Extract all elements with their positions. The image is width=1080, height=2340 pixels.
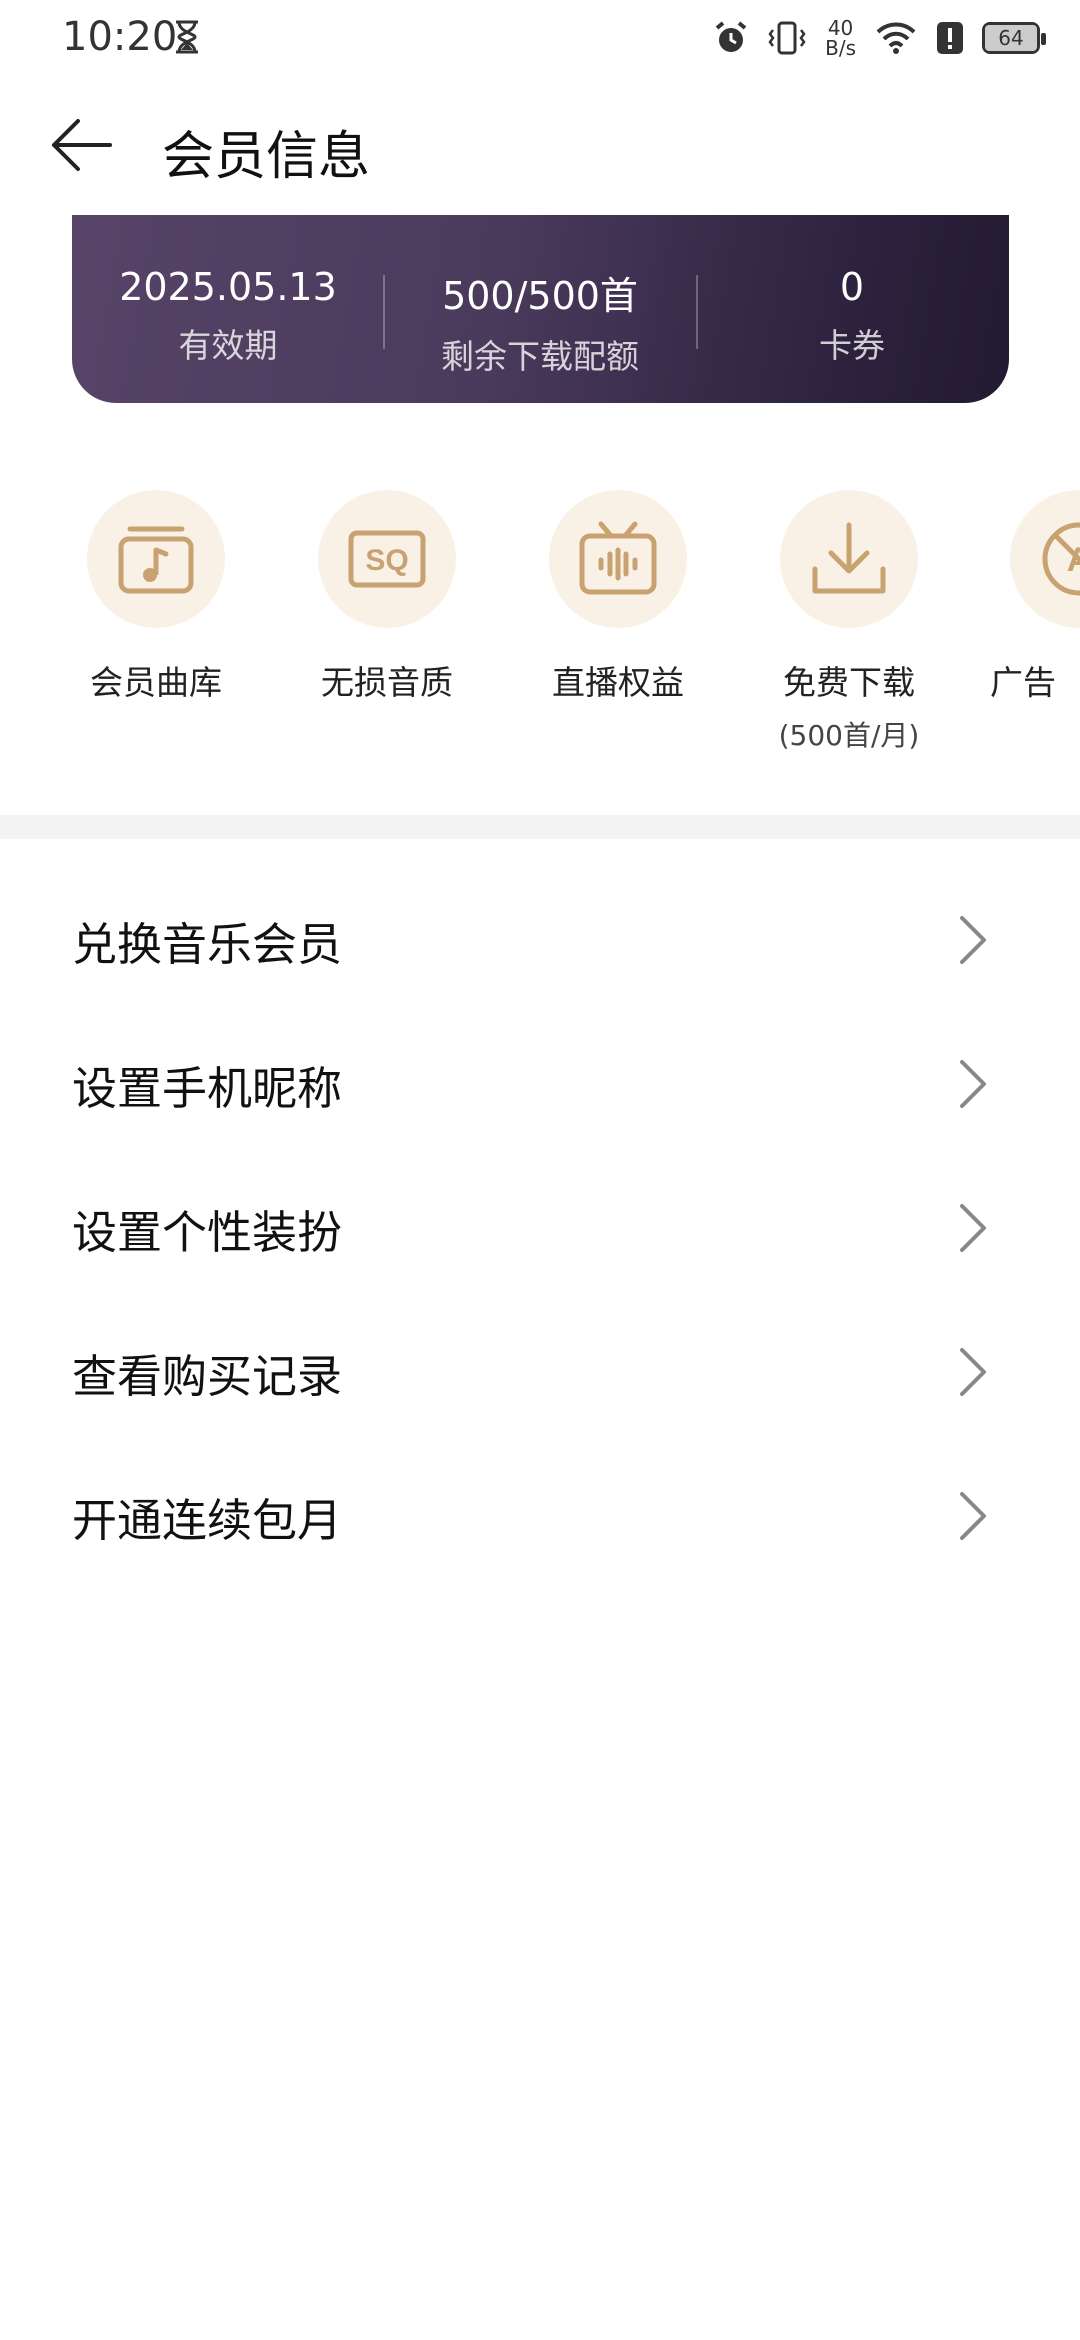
member-card: 2025.05.13 有效期 500/500首 剩余下载配额 0 卡券: [72, 215, 1009, 403]
menu-item-label: 开通连续包月: [72, 1493, 343, 1547]
chevron-right-icon: [960, 1492, 986, 1540]
benefit-icon-bg: [549, 490, 687, 628]
stat-coupons-value: 0: [839, 265, 865, 309]
wifi-icon: [876, 22, 916, 54]
menu-item-label: 设置手机昵称: [72, 1061, 343, 1115]
benefit-free-download[interactable]: 免费下载 (500首/月): [749, 490, 949, 754]
stat-divider: [696, 275, 698, 349]
stat-quota-value: 500/500首: [442, 274, 638, 318]
net-speed: 40 B/s: [825, 18, 856, 58]
live-tv-icon: [579, 521, 657, 595]
member-info-page: 10:20 40 B/s 64 会员信息 2025.05.13 有效期 500/…: [0, 0, 1080, 2340]
status-bar: 10:20 40 B/s 64: [0, 0, 1080, 76]
benefit-sublabel: (500首/月): [778, 719, 920, 752]
stat-expiry-value: 2025.05.13: [119, 265, 337, 309]
menu-item-purchase-history[interactable]: 查看购买记录: [0, 1300, 1080, 1444]
stat-coupons-label: 卡券: [819, 326, 885, 365]
benefit-no-ads[interactable]: A 广告: [980, 490, 1080, 704]
stat-download-quota[interactable]: 500/500首 剩余下载配额: [390, 265, 690, 378]
status-time: 10:20: [62, 14, 178, 60]
battery-icon: 64: [982, 22, 1046, 54]
stat-quota-label: 剩余下载配额: [441, 337, 639, 376]
menu-item-redeem[interactable]: 兑换音乐会员: [0, 868, 1080, 1012]
benefit-icon-bg: [87, 490, 225, 628]
alarm-icon: [715, 21, 747, 52]
svg-text:SQ: SQ: [365, 544, 408, 577]
benefit-label: 直播权益: [552, 663, 684, 702]
benefit-label: 会员曲库: [90, 663, 222, 702]
menu-item-label: 设置个性装扮: [72, 1205, 343, 1259]
benefit-icon-bg: [780, 490, 918, 628]
benefit-live[interactable]: 直播权益: [518, 490, 718, 704]
chevron-right-icon: [960, 1204, 986, 1252]
hourglass-icon: [176, 20, 198, 54]
chevron-right-icon: [960, 916, 986, 964]
benefit-icon-bg: A: [1010, 490, 1080, 628]
benefit-label: 广告: [990, 663, 1056, 702]
menu-list: 兑换音乐会员 设置手机昵称 设置个性装扮 查看购买记录 开通连续包月: [0, 868, 1080, 1588]
battery-level: 64: [985, 25, 1037, 51]
benefit-icon-bg: SQ: [318, 490, 456, 628]
app-header: 会员信息: [0, 90, 1080, 200]
stat-coupons[interactable]: 0 卡券: [702, 265, 1002, 367]
status-icons: 40 B/s 64: [713, 16, 1046, 60]
alert-icon: [937, 22, 963, 54]
page-title: 会员信息: [162, 127, 371, 187]
menu-item-auto-renew[interactable]: 开通连续包月: [0, 1444, 1080, 1588]
section-divider: [0, 815, 1080, 839]
svg-text:A: A: [1067, 541, 1080, 579]
menu-item-nickname[interactable]: 设置手机昵称: [0, 1012, 1080, 1156]
arrow-left-icon: [52, 119, 112, 171]
stat-expiry-label: 有效期: [178, 326, 278, 365]
benefit-label: 无损音质: [321, 663, 453, 702]
music-library-icon: [118, 526, 194, 594]
stat-expiry[interactable]: 2025.05.13 有效期: [78, 265, 378, 367]
net-speed-unit: B/s: [825, 36, 856, 60]
chevron-right-icon: [960, 1060, 986, 1108]
benefit-lossless[interactable]: SQ 无损音质: [287, 490, 487, 704]
benefit-music-library[interactable]: 会员曲库: [56, 490, 256, 704]
stat-divider: [383, 275, 385, 349]
menu-item-label: 兑换音乐会员: [72, 917, 343, 971]
chevron-right-icon: [960, 1348, 986, 1396]
vibrate-icon: [768, 21, 806, 55]
back-button[interactable]: [40, 110, 120, 180]
benefits-row: 会员曲库 SQ 无损音质 直播权益 免费下载 (500首/月) A 广告: [0, 490, 1080, 760]
benefit-label: 免费下载: [783, 663, 915, 702]
menu-item-personalize[interactable]: 设置个性装扮: [0, 1156, 1080, 1300]
no-ads-icon: A: [1042, 522, 1080, 596]
sq-quality-icon: SQ: [348, 530, 426, 588]
menu-item-label: 查看购买记录: [72, 1349, 343, 1403]
download-icon: [812, 522, 886, 594]
net-speed-value: 40: [827, 16, 854, 40]
